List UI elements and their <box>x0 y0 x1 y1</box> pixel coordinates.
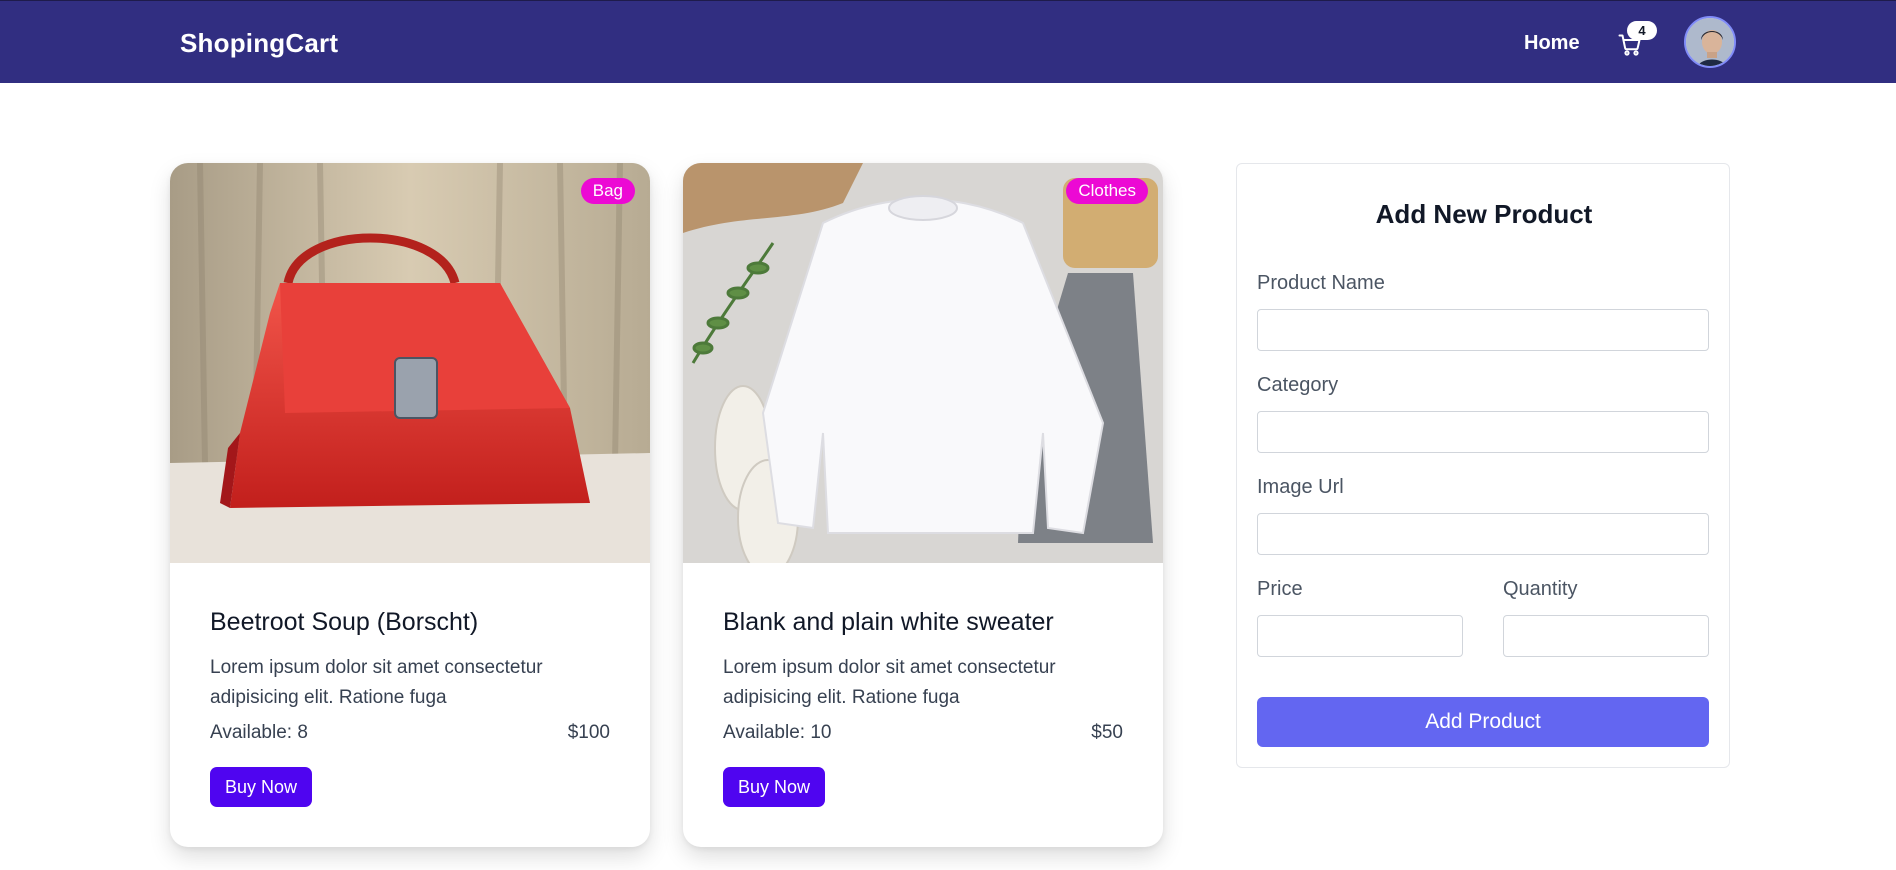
product-card: Bag Beetroot Soup (Borscht) Lorem ipsum … <box>170 163 650 847</box>
buy-now-button[interactable]: Buy Now <box>723 767 826 807</box>
image-url-label: Image Url <box>1257 476 1344 498</box>
category-badge: Clothes <box>1066 178 1148 204</box>
quantity-input[interactable] <box>1503 615 1709 657</box>
category-badge: Bag <box>580 178 635 204</box>
price-input[interactable] <box>1257 615 1463 657</box>
form-title: Add New Product <box>1375 199 1593 229</box>
product-card: Clothes Blank and plain white sweater Lo… <box>683 163 1163 847</box>
product-availability: Available: 8 <box>210 722 308 743</box>
buy-now-button[interactable]: Buy Now <box>210 767 313 807</box>
nav-home-link[interactable]: Home <box>1524 32 1580 55</box>
product-image-sweater: Clothes <box>683 163 1163 563</box>
product-price: $100 <box>567 722 610 743</box>
product-title: Blank and plain white sweater <box>723 608 1054 636</box>
product-title: Beetroot Soup (Borscht) <box>210 608 479 636</box>
cart-count-badge: 4 <box>1627 21 1657 40</box>
product-description: Lorem ipsum dolor sit amet consectetur a… <box>210 657 543 708</box>
navbar: ShopingCart Home 4 <box>0 0 1896 83</box>
brand-logo[interactable]: ShopingCart <box>180 28 338 59</box>
add-product-form: Add New Product Product Name Category Im… <box>1236 163 1730 768</box>
category-input[interactable] <box>1257 411 1709 453</box>
add-product-button[interactable]: Add Product <box>1257 697 1709 747</box>
product-description: Lorem ipsum dolor sit amet consectetur a… <box>723 657 1056 708</box>
category-label: Category <box>1257 374 1339 396</box>
user-avatar[interactable] <box>1684 16 1736 68</box>
product-name-label: Product Name <box>1257 272 1385 294</box>
product-image-bag: Bag <box>170 163 650 563</box>
image-url-input[interactable] <box>1257 513 1709 555</box>
price-label: Price <box>1257 578 1303 600</box>
quantity-label: Quantity <box>1503 578 1578 600</box>
avatar-image <box>1686 18 1734 66</box>
product-price: $50 <box>1091 722 1123 743</box>
product-name-input[interactable] <box>1257 309 1709 351</box>
product-availability: Available: 10 <box>723 722 832 743</box>
